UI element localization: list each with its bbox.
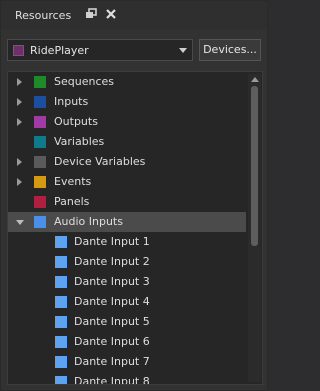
- resource-tree[interactable]: Sequences Inputs Outputs Variables Device Va…: [7, 71, 263, 385]
- chevron-down-icon[interactable]: [16, 220, 24, 225]
- tree-item-label: Dante Input 2: [74, 255, 150, 268]
- color-swatch-icon: [34, 96, 46, 108]
- color-swatch-icon: [34, 176, 46, 188]
- color-swatch-icon: [55, 296, 67, 308]
- tree-item-label: Dante Input 8: [74, 375, 150, 385]
- tree-item[interactable]: Device Variables: [8, 152, 246, 172]
- device-color-swatch: [13, 45, 24, 56]
- tree-item-label: Dante Input 3: [74, 275, 150, 288]
- tree-item-label: Panels: [54, 195, 90, 208]
- chevron-right-icon[interactable]: [17, 118, 22, 126]
- devices-button[interactable]: Devices...: [199, 39, 261, 61]
- tree-item[interactable]: Variables: [8, 132, 246, 152]
- tree-item-label: Inputs: [54, 95, 89, 108]
- tree-child-item[interactable]: Dante Input 6: [8, 332, 246, 352]
- color-swatch-icon: [55, 356, 67, 368]
- color-swatch-icon: [34, 136, 46, 148]
- tree-item[interactable]: Events: [8, 172, 246, 192]
- tree-item-label: Dante Input 7: [74, 355, 150, 368]
- resources-panel: Resources RidePlayer Devices... Sequence…: [0, 0, 268, 391]
- tree-item-label: Dante Input 6: [74, 335, 150, 348]
- device-select-value: RidePlayer: [30, 44, 89, 57]
- device-select[interactable]: RidePlayer: [7, 39, 193, 61]
- scroll-thumb[interactable]: [251, 86, 258, 246]
- color-swatch-icon: [55, 376, 67, 384]
- color-swatch-icon: [55, 316, 67, 328]
- tree-item[interactable]: Outputs: [8, 112, 246, 132]
- tree-item[interactable]: Inputs: [8, 92, 246, 112]
- chevron-right-icon[interactable]: [17, 98, 22, 106]
- tree-item-label: Audio Inputs: [54, 215, 123, 228]
- chevron-right-icon[interactable]: [17, 78, 22, 86]
- tree-child-item[interactable]: Dante Input 5: [8, 312, 246, 332]
- vertical-scrollbar[interactable]: [248, 74, 261, 382]
- device-toolbar: RidePlayer Devices...: [1, 37, 267, 65]
- tree-item-label: Dante Input 5: [74, 315, 150, 328]
- tree-child-item[interactable]: Dante Input 2: [8, 252, 246, 272]
- scroll-up-icon[interactable]: [251, 77, 259, 82]
- tree-item[interactable]: Sequences: [8, 72, 246, 92]
- color-swatch-icon: [55, 276, 67, 288]
- tree-child-item[interactable]: Dante Input 8: [8, 372, 246, 385]
- color-swatch-icon: [55, 336, 67, 348]
- tree-item-label: Variables: [54, 135, 105, 148]
- tree-item-label: Dante Input 1: [74, 235, 150, 248]
- color-swatch-icon: [34, 116, 46, 128]
- color-swatch-icon: [34, 76, 46, 88]
- color-swatch-icon: [55, 256, 67, 268]
- tree-child-item[interactable]: Dante Input 7: [8, 352, 246, 372]
- tree-child-item[interactable]: Dante Input 4: [8, 292, 246, 312]
- chevron-right-icon[interactable]: [17, 158, 22, 166]
- color-swatch-icon: [34, 196, 46, 208]
- tree-item[interactable]: Panels: [8, 192, 246, 212]
- chevron-right-icon[interactable]: [17, 178, 22, 186]
- tree-item-label: Outputs: [54, 115, 98, 128]
- tree-item-label: Events: [54, 175, 92, 188]
- color-swatch-icon: [34, 156, 46, 168]
- tree-child-item[interactable]: Dante Input 3: [8, 272, 246, 292]
- tree-item-label: Dante Input 4: [74, 295, 150, 308]
- tree-child-item[interactable]: Dante Input 1: [8, 232, 246, 252]
- chevron-down-icon: [179, 48, 187, 53]
- restore-icon[interactable]: [85, 8, 97, 20]
- tree-item[interactable]: Audio Inputs: [8, 212, 246, 232]
- tree-item-label: Device Variables: [54, 155, 146, 168]
- close-icon[interactable]: [105, 8, 117, 20]
- color-swatch-icon: [34, 216, 46, 228]
- tree-item-label: Sequences: [54, 75, 114, 88]
- panel-titlebar: Resources: [1, 1, 267, 29]
- color-swatch-icon: [55, 236, 67, 248]
- panel-title: Resources: [15, 9, 72, 22]
